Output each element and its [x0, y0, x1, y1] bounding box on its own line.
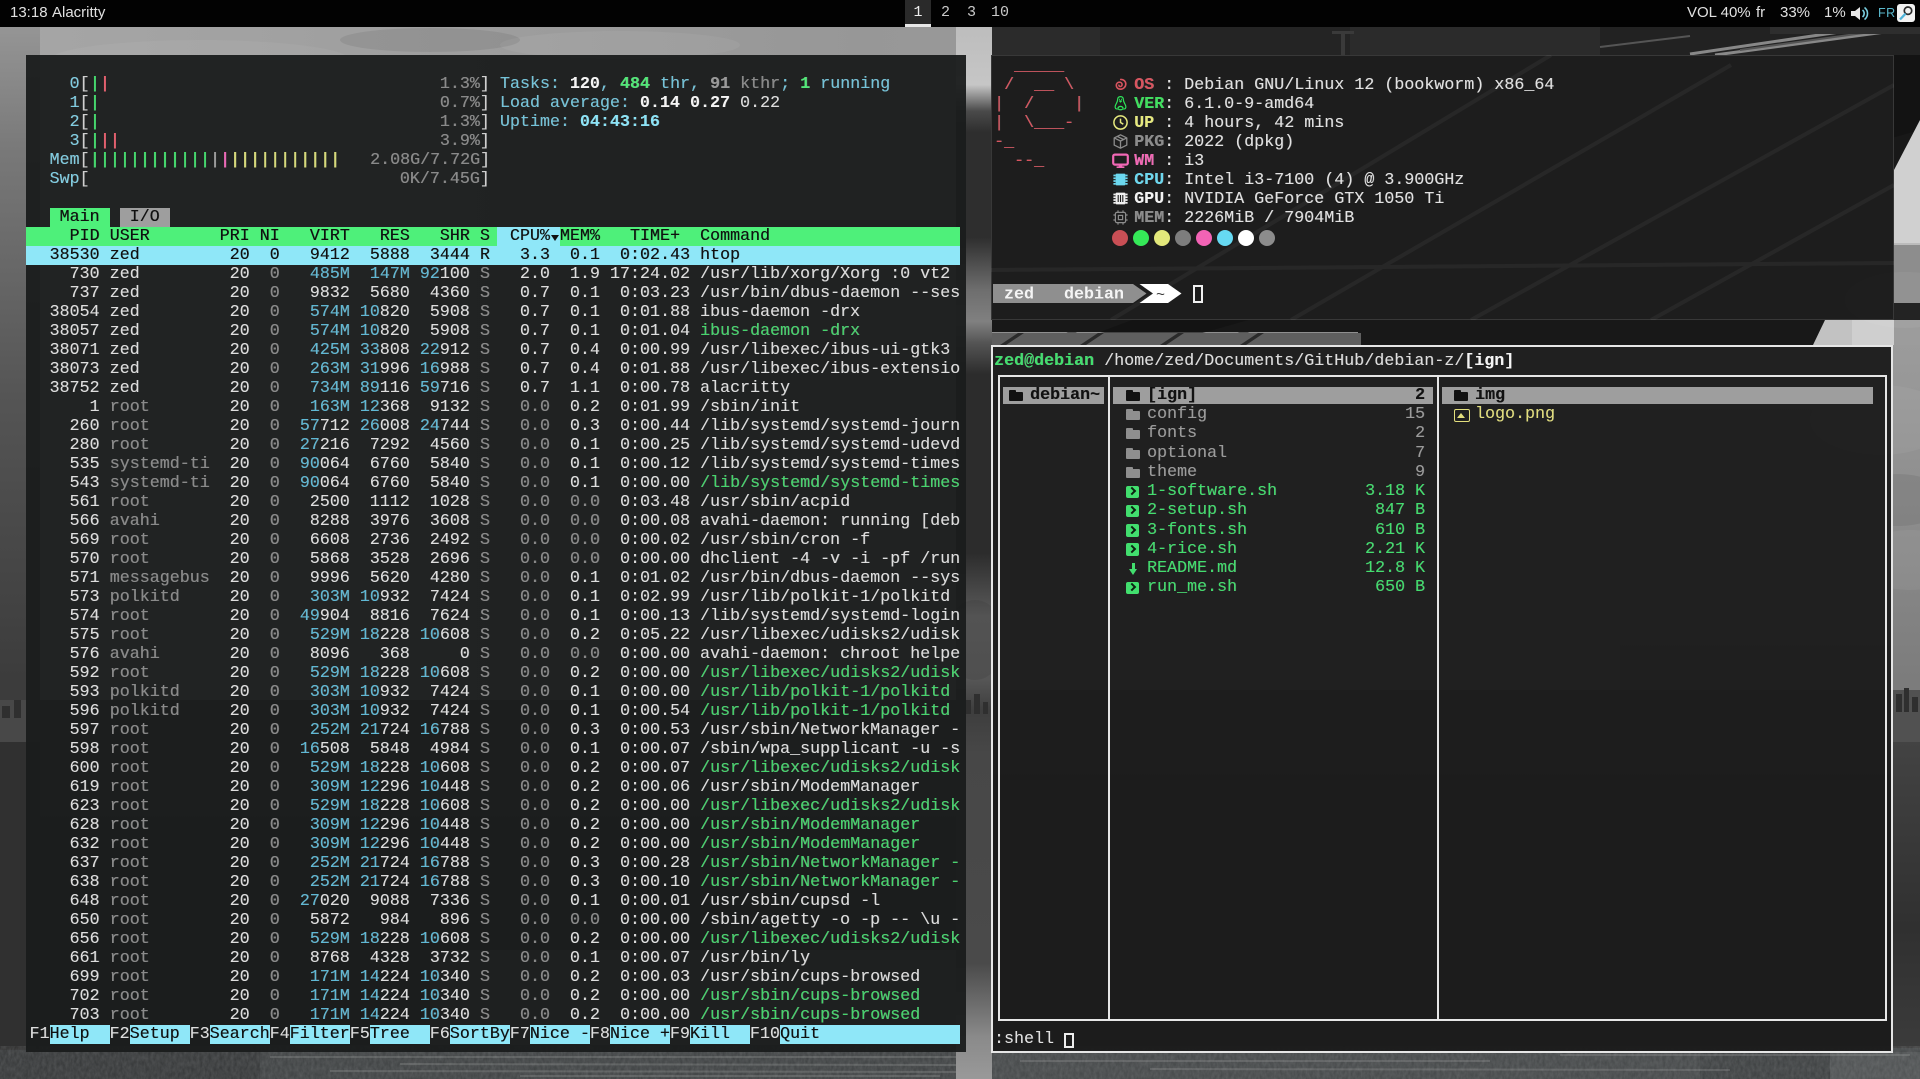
svg-text:debian: debian: [1064, 286, 1124, 304]
svg-text:~: ~: [1156, 287, 1165, 303]
svg-text:zed: zed: [1004, 286, 1034, 304]
